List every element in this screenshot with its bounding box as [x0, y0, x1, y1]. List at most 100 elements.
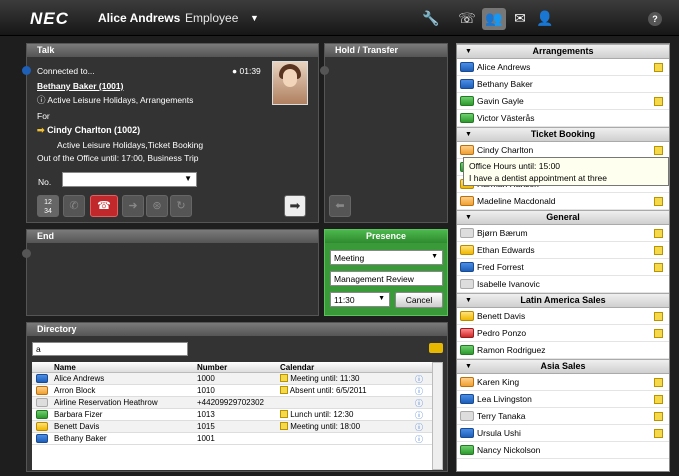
- presence-status-icon: [460, 245, 474, 255]
- contact-item[interactable]: Nancy Nickolson: [457, 442, 669, 459]
- contact-item[interactable]: Isabelle Ivanovic: [457, 276, 669, 293]
- chevron-down-icon[interactable]: ▼: [250, 13, 259, 23]
- column-number[interactable]: Number: [197, 363, 227, 372]
- info-icon[interactable]: ⓘ: [415, 398, 423, 409]
- contact-name: Pedro Ponzo: [477, 328, 527, 338]
- table-row[interactable]: Airline Reservation Heathrow +44209929702…: [32, 397, 432, 409]
- row-number: 1013: [197, 410, 215, 419]
- caller-name-link[interactable]: Bethany Baker (1001): [37, 81, 123, 91]
- business-card-icon[interactable]: [429, 343, 443, 353]
- calendar-icon[interactable]: [654, 312, 663, 321]
- row-name: Benett Davis: [54, 422, 100, 431]
- calendar-icon[interactable]: [654, 378, 663, 387]
- row-name: Arron Block: [54, 386, 96, 395]
- calendar-icon[interactable]: [654, 146, 663, 155]
- voicemail-icon[interactable]: ✉: [508, 8, 532, 30]
- calendar-icon[interactable]: [654, 63, 663, 72]
- group-title: Ticket Booking: [530, 129, 596, 139]
- cancel-button[interactable]: Cancel: [395, 292, 443, 308]
- info-icon[interactable]: ⓘ: [415, 386, 423, 397]
- help-icon[interactable]: ?: [648, 12, 662, 26]
- keypad-button[interactable]: 12 34: [37, 195, 59, 217]
- calendar-icon[interactable]: [654, 246, 663, 255]
- contact-item[interactable]: Ursula Ushi: [457, 425, 669, 442]
- directory-search-input[interactable]: a: [32, 342, 188, 356]
- info-icon[interactable]: ⓘ: [415, 434, 423, 445]
- tool-icon[interactable]: 🔧: [419, 8, 443, 30]
- conference-button[interactable]: ⊛: [146, 195, 168, 217]
- collapse-triangle-icon[interactable]: ▼: [465, 45, 472, 58]
- contact-item[interactable]: Ethan Edwards: [457, 242, 669, 259]
- info-icon[interactable]: ⓘ: [415, 422, 423, 433]
- collapse-triangle-icon[interactable]: ▼: [465, 128, 472, 141]
- contact-item[interactable]: Terry Tanaka: [457, 408, 669, 425]
- row-name: Bethany Baker: [54, 434, 107, 443]
- group-header[interactable]: ▼ Ticket Booking: [457, 127, 669, 142]
- calendar-icon[interactable]: [654, 412, 663, 421]
- contact-name: Gavin Gayle: [477, 96, 524, 106]
- contact-name: Madeline Macdonald: [477, 196, 556, 206]
- presence-note-input[interactable]: Management Review: [330, 271, 443, 286]
- contact-item[interactable]: Madeline Macdonald: [457, 193, 669, 210]
- group-header[interactable]: ▼ Asia Sales: [457, 359, 669, 374]
- collapse-triangle-icon[interactable]: ▼: [465, 211, 472, 224]
- contact-item[interactable]: Gavin Gayle: [457, 93, 669, 110]
- calendar-icon: [280, 410, 288, 418]
- contact-item[interactable]: Fred Forrest: [457, 259, 669, 276]
- presence-status-icon: [460, 428, 474, 438]
- calendar-icon[interactable]: [654, 197, 663, 206]
- answer-button[interactable]: ✆: [63, 195, 85, 217]
- calendar-icon[interactable]: [654, 395, 663, 404]
- presence-status-icon: [460, 345, 474, 355]
- contact-item[interactable]: Bethany Baker: [457, 76, 669, 93]
- contact-item[interactable]: Benett Davis: [457, 308, 669, 325]
- contact-item[interactable]: Ramon Rodriguez: [457, 342, 669, 359]
- talk-title: Talk: [27, 44, 318, 57]
- presence-time-select[interactable]: 11:30 ▼: [330, 292, 390, 307]
- calendar-icon: [280, 374, 288, 382]
- calendar-icon[interactable]: [654, 429, 663, 438]
- presence-status-icon: [460, 79, 474, 89]
- table-row[interactable]: Barbara Fizer 1013 Lunch until: 12:30 ⓘ: [32, 409, 432, 421]
- info-icon[interactable]: ⓘ: [415, 410, 423, 421]
- group-icon[interactable]: 👥: [482, 8, 506, 30]
- calendar-icon[interactable]: [654, 329, 663, 338]
- nec-logo: NEC: [30, 9, 69, 28]
- contact-item[interactable]: Karen King: [457, 374, 669, 391]
- presence-status-select[interactable]: Meeting ▼: [330, 250, 443, 265]
- calendar-icon[interactable]: [654, 97, 663, 106]
- group-header[interactable]: ▼ Latin America Sales: [457, 293, 669, 308]
- collapse-triangle-icon[interactable]: ▼: [465, 360, 472, 373]
- retrieve-button[interactable]: ⬅: [329, 195, 351, 217]
- row-number: 1010: [197, 386, 215, 395]
- contact-item[interactable]: Victor Västerås: [457, 110, 669, 127]
- contact-item[interactable]: Pedro Ponzo: [457, 325, 669, 342]
- table-row[interactable]: Alice Andrews 1000 Meeting until: 11:30 ⓘ: [32, 373, 432, 385]
- table-row[interactable]: Arron Block 1010 Absent until: 6/5/2011 ⓘ: [32, 385, 432, 397]
- group-header[interactable]: ▼ General: [457, 210, 669, 225]
- presence-status-icon: [36, 374, 48, 383]
- redial-button[interactable]: ↻: [170, 195, 192, 217]
- calendar-icon[interactable]: [654, 229, 663, 238]
- forward-button[interactable]: ➡: [284, 195, 306, 217]
- number-input[interactable]: ▼: [62, 172, 197, 187]
- table-row[interactable]: Benett Davis 1015 Meeting until: 18:00 ⓘ: [32, 421, 432, 433]
- contact-item[interactable]: Bjørn Bærum: [457, 225, 669, 242]
- user-role-dropdown[interactable]: Employee: [185, 11, 238, 25]
- hangup-button[interactable]: ☎: [90, 195, 118, 217]
- directory-panel: Directory a Name Number Calendar Alice A…: [26, 322, 448, 472]
- contact-item[interactable]: Lea Livingston: [457, 391, 669, 408]
- directory-scrollbar[interactable]: [432, 362, 443, 470]
- column-name[interactable]: Name: [54, 363, 76, 372]
- transfer-button[interactable]: ➜: [122, 195, 144, 217]
- contact-item[interactable]: Alice Andrews: [457, 59, 669, 76]
- top-bar: NEC Alice Andrews Employee ▼ 🔧 ☏ 👥 ✉ 👤 ?: [0, 0, 679, 36]
- calendar-icon[interactable]: [654, 263, 663, 272]
- column-calendar[interactable]: Calendar: [280, 363, 314, 372]
- group-header[interactable]: ▼ Arrangements: [457, 44, 669, 59]
- phone-list-icon[interactable]: ☏: [455, 8, 479, 30]
- info-icon[interactable]: ⓘ: [415, 374, 423, 385]
- user-icon[interactable]: 👤: [533, 8, 557, 30]
- table-row[interactable]: Bethany Baker 1001 ⓘ: [32, 433, 432, 445]
- collapse-triangle-icon[interactable]: ▼: [465, 294, 472, 307]
